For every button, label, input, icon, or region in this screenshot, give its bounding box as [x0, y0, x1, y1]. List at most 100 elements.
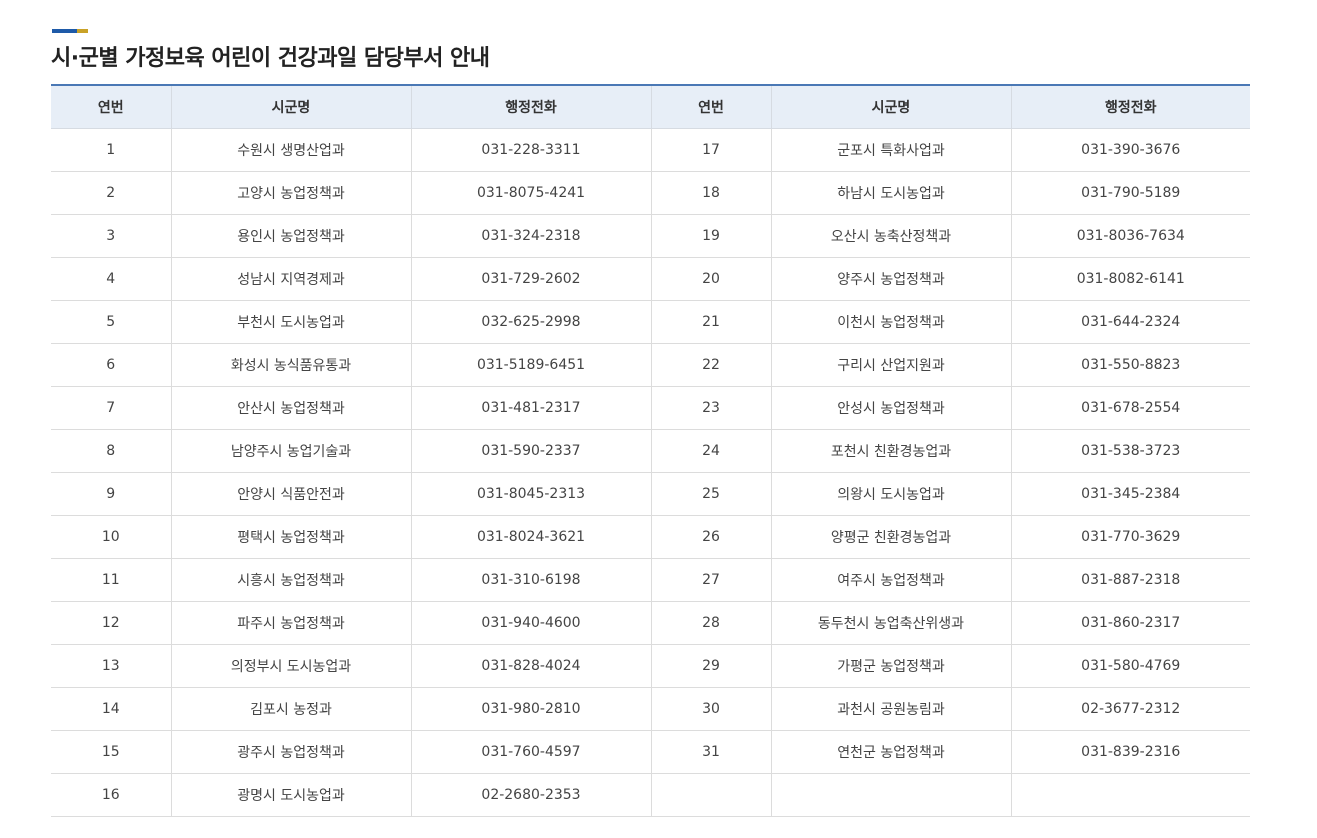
row-number-cell: 6: [51, 343, 171, 387]
table-row: 11 시흥시 농업정책과 031-310-6198 27 여주시 농업정책과 031-88…: [51, 558, 1250, 602]
phone-number-right-cell: 031-550-8823: [1010, 343, 1250, 387]
phone-number-right-cell: 031-8082-6141: [1010, 257, 1250, 301]
table-body: 1 수원시 생명산업과 031-228-3311 17 군포시 특화사업과 031-390…: [51, 128, 1250, 817]
table-row: 7 안산시 농업정책과 031-481-2317 23 안성시 농업정책과 031-678…: [51, 386, 1250, 430]
table-row: 9 안양시 식품안전과 031-8045-2313 25 의왕시 도시농업과 031-34…: [51, 472, 1250, 516]
row-number-right-cell: 22: [650, 343, 771, 387]
header-phone: 행정전화: [410, 84, 651, 129]
city-department-right-cell: [770, 773, 1011, 817]
phone-number-cell: 031-980-2810: [410, 687, 651, 731]
phone-number-right-cell: 02-3677-2312: [1010, 687, 1250, 731]
table-row: 3 용인시 농업정책과 031-324-2318 19 오산시 농축산정책과 031-80…: [51, 214, 1250, 258]
city-department-right-cell: 여주시 농업정책과: [770, 558, 1011, 602]
phone-number-right-cell: 031-390-3676: [1010, 128, 1250, 172]
phone-number-cell: 031-228-3311: [410, 128, 651, 172]
city-department-right-cell: 동두천시 농업축산위생과: [770, 601, 1011, 645]
header-number: 연번: [51, 84, 171, 129]
title-accent-bar: [52, 29, 88, 33]
row-number-cell: 1: [51, 128, 171, 172]
row-number-right-cell: 29: [650, 644, 771, 688]
city-department-cell: 용인시 농업정책과: [170, 214, 411, 258]
header-city-name-2: 시군명: [770, 84, 1011, 129]
city-department-right-cell: 연천군 농업정책과: [770, 730, 1011, 774]
row-number-cell: 11: [51, 558, 171, 602]
row-number-cell: 2: [51, 171, 171, 215]
row-number-cell: 14: [51, 687, 171, 731]
phone-number-cell: 031-8024-3621: [410, 515, 651, 559]
table-row: 16 광명시 도시농업과 02-2680-2353: [51, 773, 1250, 817]
phone-number-cell: 031-8045-2313: [410, 472, 651, 516]
phone-number-cell: 031-828-4024: [410, 644, 651, 688]
row-number-right-cell: 23: [650, 386, 771, 430]
table-row: 12 파주시 농업정책과 031-940-4600 28 동두천시 농업축산위생과 031…: [51, 601, 1250, 645]
phone-number-right-cell: 031-790-5189: [1010, 171, 1250, 215]
phone-number-right-cell: 031-580-4769: [1010, 644, 1250, 688]
city-department-cell: 김포시 농정과: [170, 687, 411, 731]
table-row: 2 고양시 농업정책과 031-8075-4241 18 하남시 도시농업과 031-79…: [51, 171, 1250, 215]
city-department-right-cell: 하남시 도시농업과: [770, 171, 1011, 215]
city-department-right-cell: 포천시 친환경농업과: [770, 429, 1011, 473]
phone-number-cell: 031-310-6198: [410, 558, 651, 602]
city-department-cell: 수원시 생명산업과: [170, 128, 411, 172]
city-department-cell: 평택시 농업정책과: [170, 515, 411, 559]
row-number-cell: 8: [51, 429, 171, 473]
city-department-right-cell: 이천시 농업정책과: [770, 300, 1011, 344]
phone-number-right-cell: 031-678-2554: [1010, 386, 1250, 430]
header-city-name: 시군명: [170, 84, 411, 129]
header-row: 연번 시군명 행정전화 연번 시군명 행정전화: [51, 84, 1250, 129]
row-number-cell: 13: [51, 644, 171, 688]
row-number-right-cell: 27: [650, 558, 771, 602]
page-title: 시·군별 가정보육 어린이 건강과일 담당부서 안내: [51, 46, 490, 71]
row-number-cell: 15: [51, 730, 171, 774]
city-department-cell: 성남시 지역경제과: [170, 257, 411, 301]
table-row: 15 광주시 농업정책과 031-760-4597 31 연천군 농업정책과 031-83…: [51, 730, 1250, 774]
phone-number-right-cell: 031-860-2317: [1010, 601, 1250, 645]
row-number-right-cell: 20: [650, 257, 771, 301]
phone-number-right-cell: 031-839-2316: [1010, 730, 1250, 774]
table-row: 10 평택시 농업정책과 031-8024-3621 26 양평군 친환경농업과 031-…: [51, 515, 1250, 559]
accent-blue-segment: [52, 29, 77, 33]
city-department-cell: 광주시 농업정책과: [170, 730, 411, 774]
accent-gold-segment: [77, 29, 88, 33]
row-number-right-cell: 17: [650, 128, 771, 172]
table-row: 8 남양주시 농업기술과 031-590-2337 24 포천시 친환경농업과 031-5…: [51, 429, 1250, 473]
header-number-2: 연번: [650, 84, 771, 129]
phone-number-right-cell: 031-538-3723: [1010, 429, 1250, 473]
row-number-right-cell: [650, 773, 771, 817]
phone-number-cell: 02-2680-2353: [410, 773, 651, 817]
row-number-right-cell: 19: [650, 214, 771, 258]
city-department-cell: 파주시 농업정책과: [170, 601, 411, 645]
department-contact-table: 연번 시군명 행정전화 연번 시군명 행정전화 1 수원시 생명산업과 031-22…: [51, 84, 1250, 817]
city-department-cell: 시흥시 농업정책과: [170, 558, 411, 602]
phone-number-cell: 031-8075-4241: [410, 171, 651, 215]
table-row: 5 부천시 도시농업과 032-625-2998 21 이천시 농업정책과 031-644…: [51, 300, 1250, 344]
row-number-right-cell: 21: [650, 300, 771, 344]
row-number-right-cell: 30: [650, 687, 771, 731]
phone-number-right-cell: 031-644-2324: [1010, 300, 1250, 344]
row-number-right-cell: 28: [650, 601, 771, 645]
phone-number-right-cell: [1010, 773, 1250, 817]
row-number-right-cell: 31: [650, 730, 771, 774]
city-department-right-cell: 안성시 농업정책과: [770, 386, 1011, 430]
row-number-cell: 16: [51, 773, 171, 817]
table-row: 6 화성시 농식품유통과 031-5189-6451 22 구리시 산업지원과 031-5…: [51, 343, 1250, 387]
phone-number-cell: 032-625-2998: [410, 300, 651, 344]
table-header: 연번 시군명 행정전화 연번 시군명 행정전화: [51, 84, 1250, 129]
table-row: 13 의정부시 도시농업과 031-828-4024 29 가평군 농업정책과 031-5…: [51, 644, 1250, 688]
row-number-cell: 7: [51, 386, 171, 430]
row-number-cell: 5: [51, 300, 171, 344]
row-number-right-cell: 24: [650, 429, 771, 473]
city-department-cell: 부천시 도시농업과: [170, 300, 411, 344]
city-department-right-cell: 군포시 특화사업과: [770, 128, 1011, 172]
phone-number-cell: 031-481-2317: [410, 386, 651, 430]
city-department-cell: 안양시 식품안전과: [170, 472, 411, 516]
city-department-right-cell: 가평군 농업정책과: [770, 644, 1011, 688]
phone-number-cell: 031-324-2318: [410, 214, 651, 258]
header-phone-2: 행정전화: [1010, 84, 1250, 129]
table-row: 1 수원시 생명산업과 031-228-3311 17 군포시 특화사업과 031-390…: [51, 128, 1250, 172]
phone-number-right-cell: 031-345-2384: [1010, 472, 1250, 516]
phone-number-right-cell: 031-887-2318: [1010, 558, 1250, 602]
city-department-cell: 고양시 농업정책과: [170, 171, 411, 215]
city-department-cell: 남양주시 농업기술과: [170, 429, 411, 473]
city-department-cell: 안산시 농업정책과: [170, 386, 411, 430]
